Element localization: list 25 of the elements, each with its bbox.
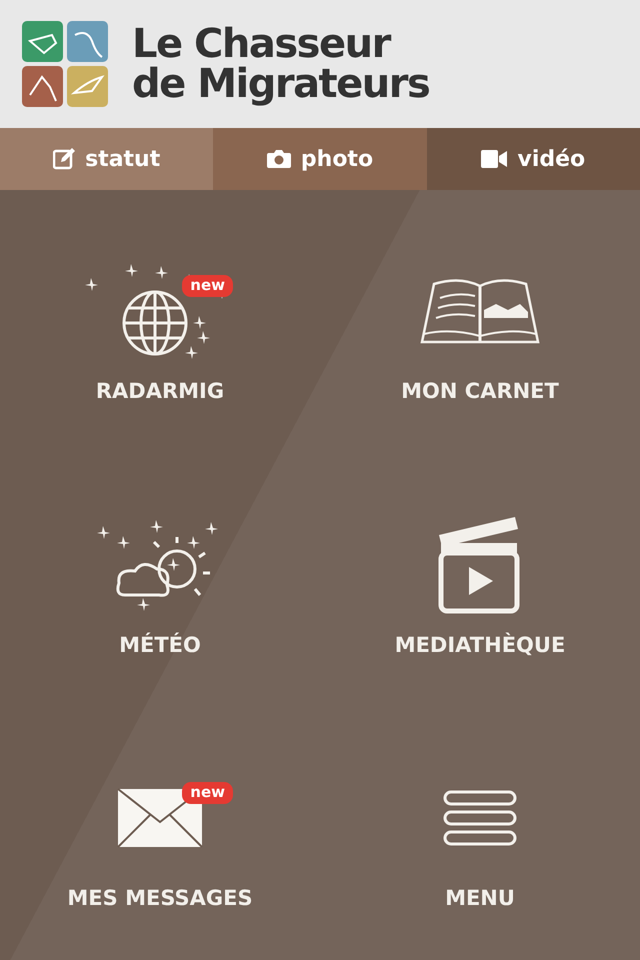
tab[interactable]: photo [213, 128, 427, 190]
camera-icon [266, 149, 291, 169]
app-title: Le Chasseur [132, 24, 391, 64]
menu-tile[interactable]: MÉTÉO [0, 443, 320, 697]
app-title: de Migrateurs [132, 64, 430, 104]
menu-icon [443, 790, 517, 846]
tile-label: MES MESSAGES [67, 886, 253, 910]
menu-tile[interactable]: new RADARMIG [0, 190, 320, 444]
tab[interactable]: statut [0, 128, 214, 190]
new-badge: new [182, 782, 233, 804]
tab[interactable]: vidéo [426, 128, 640, 190]
logo-icon [22, 21, 108, 107]
tile-label: MENU [445, 886, 515, 910]
menu-tile[interactable]: MON CARNET [320, 190, 640, 444]
video-camera-icon [481, 150, 508, 168]
tile-label: MÉTÉO [119, 632, 201, 657]
menu-tile[interactable]: MENU [320, 696, 640, 950]
edit-icon [53, 148, 76, 170]
open-book-icon [420, 276, 540, 346]
tile-label: MEDIATHÈQUE [394, 632, 566, 657]
new-badge: new [182, 275, 233, 298]
tile-label: MON CARNET [401, 379, 559, 404]
tile-label: RADARMIG [96, 379, 224, 404]
menu-tile[interactable]: new MES MESSAGES [0, 696, 320, 950]
menu-tile[interactable]: MEDIATHÈQUE [320, 443, 640, 697]
